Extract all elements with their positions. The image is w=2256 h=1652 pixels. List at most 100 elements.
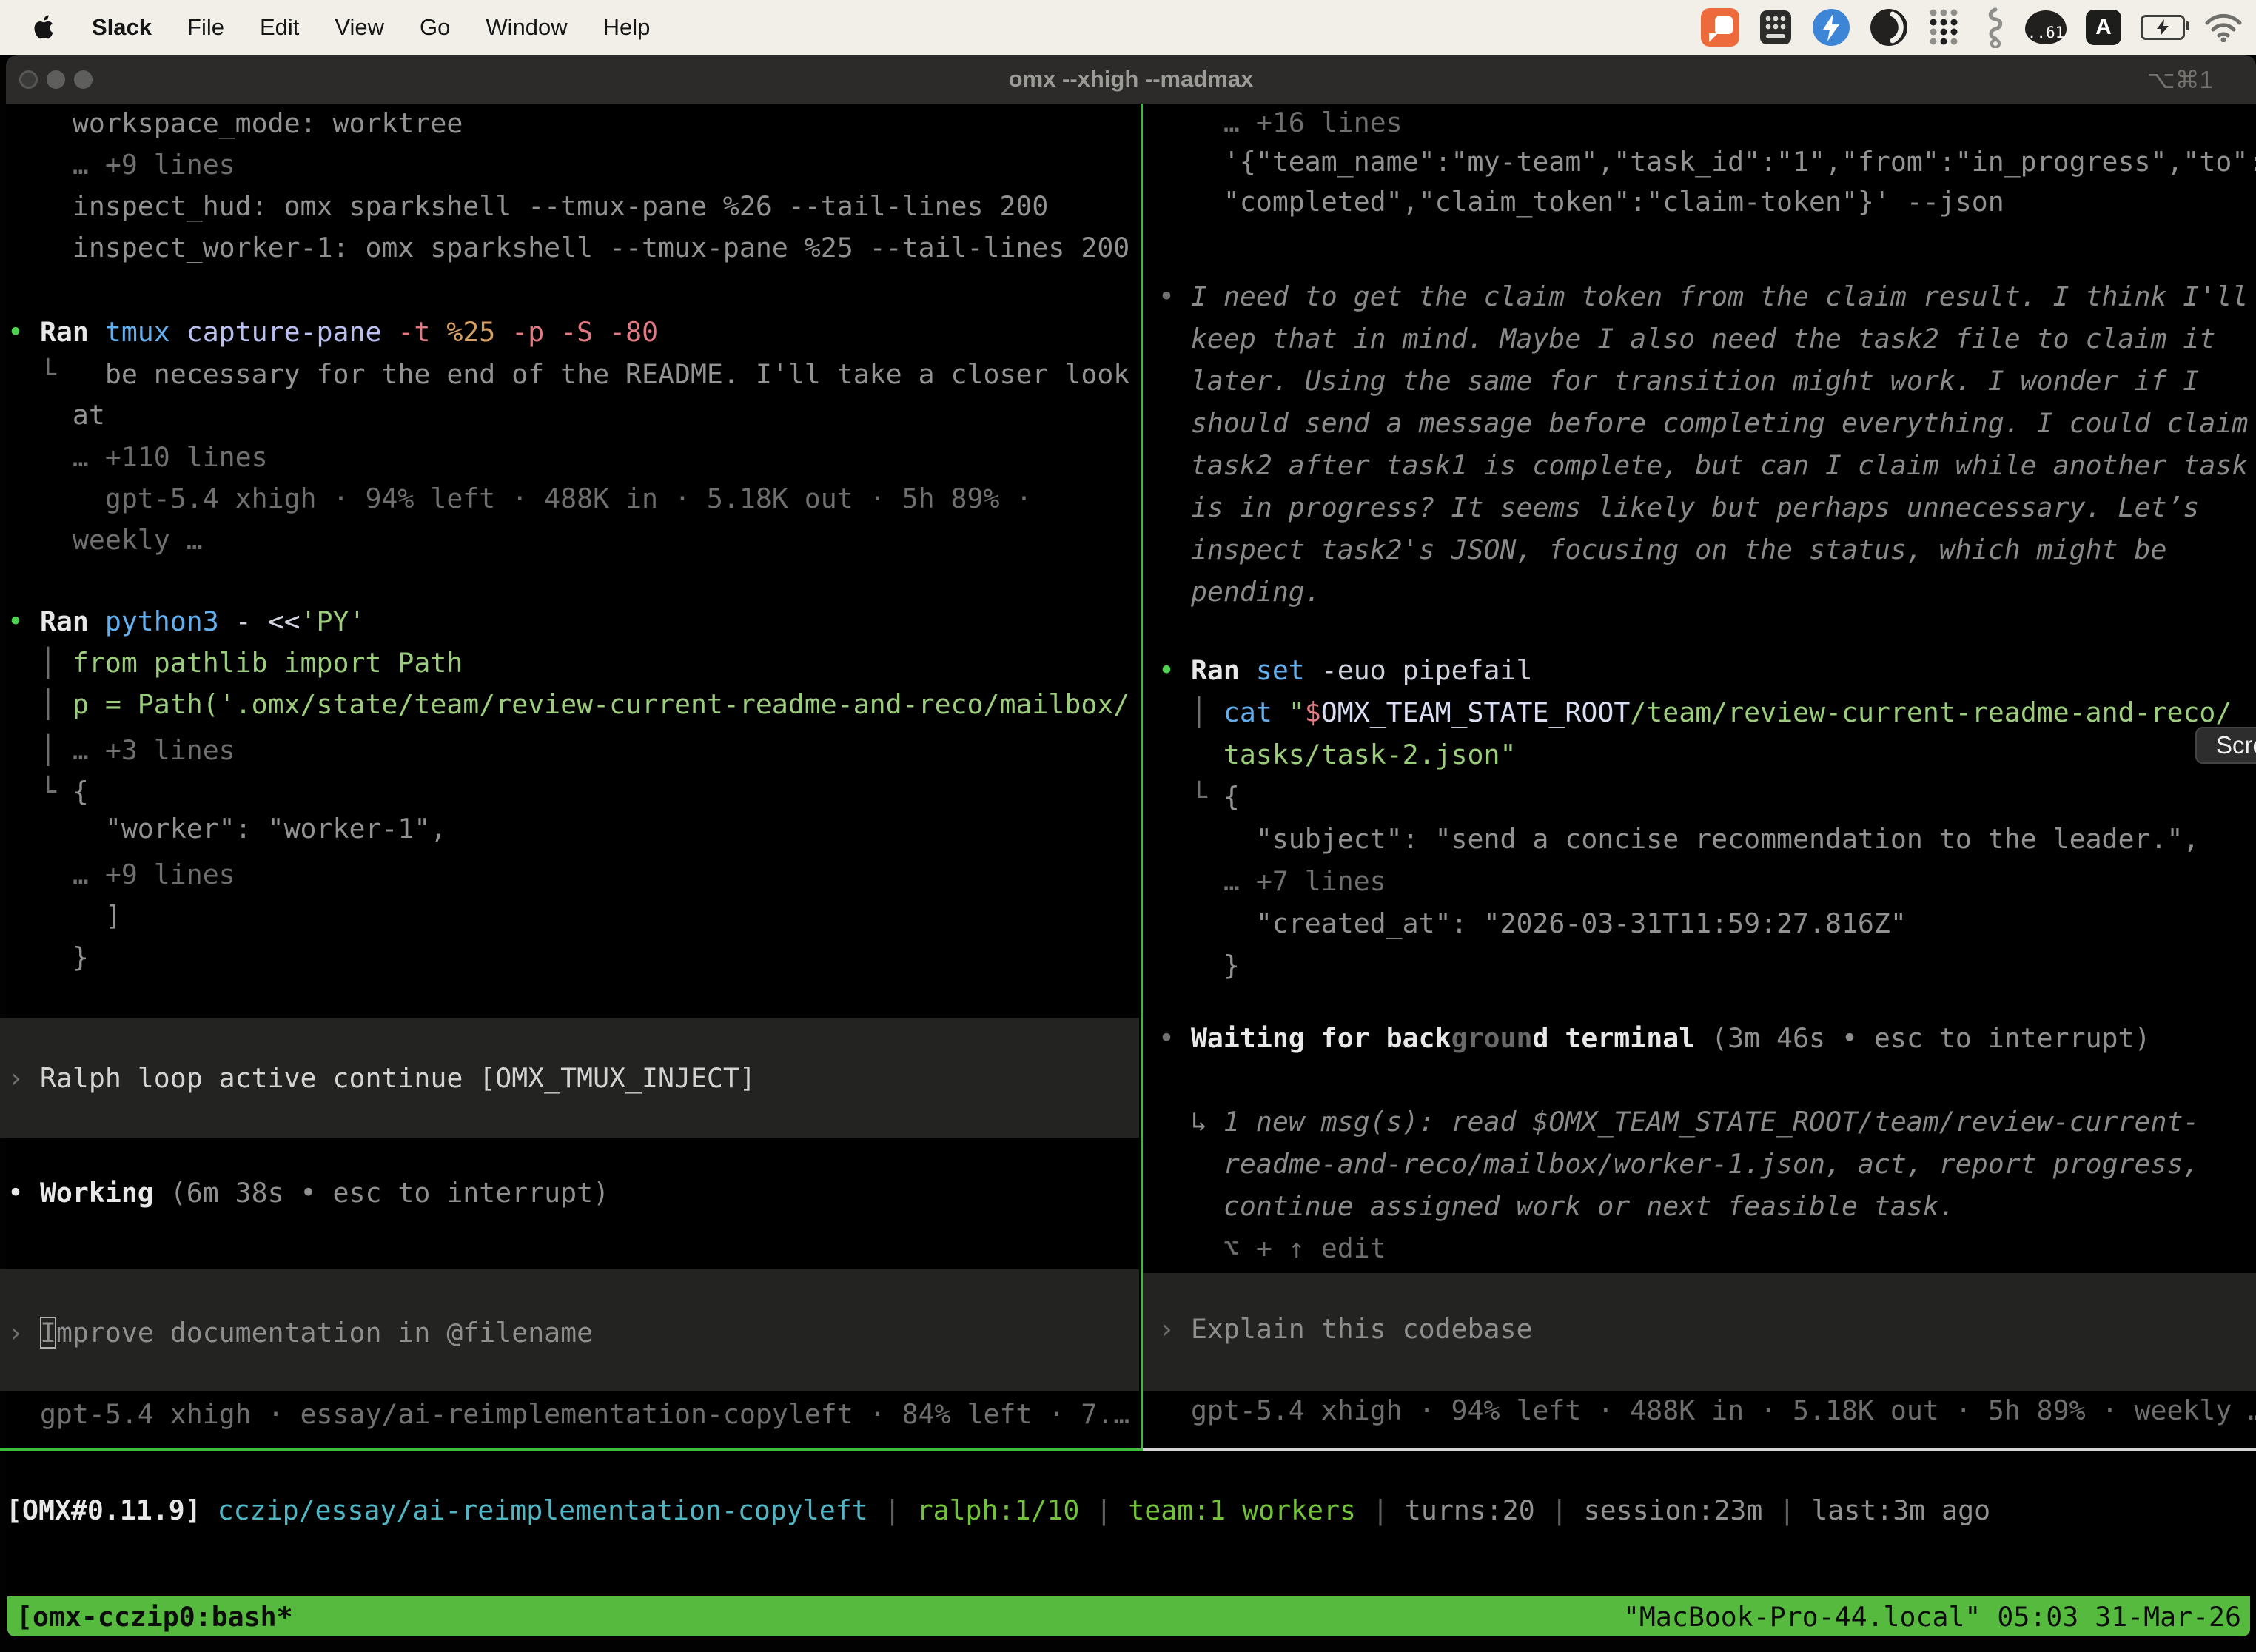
terminal-line: continue assigned work or next feasible …	[1158, 1185, 1955, 1227]
text-segment: |	[1762, 1494, 1811, 1526]
text-segment: cat	[1223, 696, 1289, 728]
text-segment: -t	[397, 316, 446, 348]
text-segment: ›	[7, 1062, 40, 1094]
text-segment: weekly …	[7, 524, 203, 556]
terminal-line: │ … +3 lines	[7, 729, 235, 771]
text-segment: Ralph loop active continue [OMX_TMUX_INJ…	[40, 1062, 756, 1094]
tmux-host-clock: "MacBook-Pro-44.local" 05:03 31-Mar-26	[1623, 1601, 2241, 1633]
pane-left[interactable]: workspace_mode: worktree … +9 lines insp…	[0, 104, 1139, 1448]
menu-item-edit[interactable]: Edit	[260, 14, 299, 41]
text-segment: tmux	[105, 316, 187, 348]
terminal-line: keep that in mind. Maybe I also need the…	[1158, 318, 2215, 360]
terminal-line: │ p = Path('.omx/state/team/review-curre…	[7, 683, 1129, 725]
text-segment: ↳	[1158, 1106, 1223, 1138]
terminal-line: … +16 lines	[1158, 104, 1403, 144]
text-segment: capture-pane	[187, 316, 398, 348]
terminal-line: should send a message before completing …	[1158, 402, 2248, 444]
text-segment: │ … +3 lines	[7, 734, 235, 766]
input-source-icon[interactable]: A	[2086, 10, 2121, 45]
text-segment: -euo pipefail	[1321, 654, 1533, 686]
terminal-line: • Ran python3 - <<'PY'	[7, 600, 365, 642]
text-segment: ralph:1/10	[917, 1494, 1080, 1526]
tooltip-label: Scre	[2216, 731, 2256, 759]
text-segment: later. Using the same for transition mig…	[1158, 365, 2199, 397]
text-segment: {	[73, 776, 89, 807]
zap-icon[interactable]	[1812, 8, 1850, 47]
chat-app-icon[interactable]	[1701, 8, 1739, 47]
text-segment: [OMX#0.11.9]	[6, 1494, 201, 1526]
text-segment: team:1 workers	[1128, 1494, 1356, 1526]
pane-right[interactable]: … +16 lines '{"team_name":"my-team","tas…	[1143, 104, 2256, 1448]
terminal-line: › Ralph loop active continue [OMX_TMUX_I…	[7, 1057, 756, 1099]
terminal-line: └ {	[7, 770, 89, 813]
terminal-line: at	[7, 394, 105, 436]
terminal-line: inspect_hud: omx sparkshell --tmux-pane …	[7, 185, 1048, 227]
terminal-line: '{"team_name":"my-team","task_id":"1","f…	[1158, 141, 2256, 183]
text-segment: "worker": "worker-1",	[7, 813, 446, 845]
badge-61-label: ..61	[2025, 10, 2067, 44]
terminal-line: • Working (6m 38s • esc to interrupt)	[7, 1172, 609, 1214]
menu-item-help[interactable]: Help	[603, 14, 651, 41]
badge-61-icon[interactable]: ..61	[2025, 10, 2067, 44]
apple-menu-icon[interactable]	[34, 14, 56, 41]
text-segment: /team/review-current-readme-and-reco/	[1630, 696, 2232, 728]
text-segment: 'PY'	[301, 605, 366, 637]
terminal-line: ↳ 1 new msg(s): read $OMX_TEAM_STATE_ROO…	[1158, 1101, 2199, 1143]
text-segment: }	[1158, 950, 1240, 981]
keyboard-icon[interactable]	[1759, 9, 1793, 46]
pane-divider[interactable]	[1141, 104, 1143, 1451]
text-segment: '{"team_name":"my-team","task_id":"1","f…	[1158, 146, 2256, 178]
text-segment: inspect_worker-1: omx sparkshell --tmux-…	[7, 232, 1129, 263]
terminal-line: • Waiting for background terminal (3m 46…	[1158, 1017, 2150, 1059]
menu-item-file[interactable]: File	[187, 14, 224, 41]
tmux-session-label[interactable]: [omx-cczip0:bash*	[16, 1601, 293, 1633]
text-segment: └	[7, 358, 105, 390]
terminal-line: … +9 lines	[7, 853, 235, 896]
terminal-line: ]	[7, 895, 121, 937]
terminal-line: │ cat "$OMX_TEAM_STATE_ROOT/team/review-…	[1158, 691, 2232, 733]
text-segment: readme-and-reco/mailbox/worker-1.json, a…	[1158, 1148, 2199, 1180]
input-source-label: A	[2086, 10, 2121, 45]
text-segment: I need to get the claim token from the c…	[1191, 281, 2248, 312]
terminal-line: weekly …	[7, 519, 203, 561]
terminal-line: inspect task2's JSON, focusing on the st…	[1158, 528, 2166, 571]
text-segment: inspect task2's JSON, focusing on the st…	[1158, 534, 2166, 565]
text-segment: }	[7, 941, 89, 973]
battery-icon[interactable]	[2141, 15, 2185, 40]
terminal-line: gpt-5.4 xhigh · essay/ai-reimplementatio…	[7, 1393, 1129, 1435]
text-segment: should send a message before completing …	[1158, 407, 2248, 439]
text-segment: from pathlib import Path	[73, 647, 463, 679]
text-segment: │	[7, 688, 73, 720]
terminal-line: }	[1158, 944, 1240, 987]
menu-item-view[interactable]: View	[335, 14, 384, 41]
dots-grid-icon[interactable]	[1927, 7, 1960, 48]
text-segment: (3m 46s • esc to interrupt)	[1695, 1022, 2150, 1054]
terminal-line: tasks/task-2.json"	[1158, 733, 1516, 776]
menu-item-go[interactable]: Go	[420, 14, 450, 41]
text-segment: ›	[1158, 1313, 1191, 1345]
screenshot-tooltip[interactable]: Scre	[2195, 727, 2256, 764]
text-segment: %25	[446, 316, 511, 348]
text-segment: "subject": "send a concise recommendatio…	[1158, 823, 2199, 855]
apple-logo	[34, 14, 56, 41]
text-segment	[201, 1494, 218, 1526]
menu-item-slack[interactable]: Slack	[92, 14, 152, 41]
text-segment: inspect_hud: omx sparkshell --tmux-pane …	[7, 190, 1048, 222]
text-segment: •	[7, 1177, 40, 1209]
terminal-line: }	[7, 936, 89, 978]
text-segment: •	[1158, 654, 1191, 686]
wifi-icon[interactable]	[2204, 13, 2243, 42]
terminal-line: later. Using the same for transition mig…	[1158, 360, 2199, 402]
window-titlebar[interactable]: omx --xhigh --madmax ⌥⌘1	[6, 55, 2256, 104]
hook-icon[interactable]	[1979, 7, 2006, 48]
text-segment: gpt-5.4 xhigh · 94% left · 488K in · 5.1…	[7, 483, 1032, 514]
terminal-line: • Ran set -euo pipefail	[1158, 649, 1532, 691]
text-segment: Ran	[1191, 654, 1256, 686]
pie-icon[interactable]	[1870, 8, 1908, 47]
chat-bubble-icon	[1701, 8, 1739, 47]
menu-item-window[interactable]: Window	[486, 14, 567, 41]
terminal-line: › Explain this codebase	[1158, 1308, 1532, 1350]
text-segment: at	[7, 399, 105, 431]
terminal-line: pending.	[1158, 571, 1321, 613]
text-segment: last:3m ago	[1811, 1494, 1990, 1526]
